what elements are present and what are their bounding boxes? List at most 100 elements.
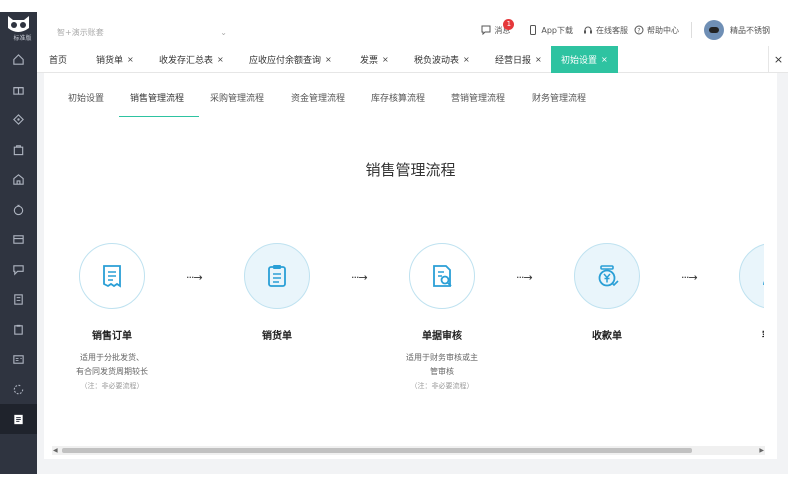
- chevron-down-icon: ⌄: [220, 27, 227, 37]
- subtab-sales-flow[interactable]: 销售管理流程: [130, 91, 184, 104]
- tab-invoice[interactable]: 发票 ×: [360, 46, 389, 73]
- close-icon[interactable]: ×: [601, 55, 608, 64]
- process-flow: 销售订单 适用于分批发货、 有合同发货周期较长 （注：非必要流程） ···→ 销…: [44, 243, 764, 423]
- step-circle: [409, 243, 475, 309]
- tab-label: 经营日报: [495, 56, 532, 66]
- sidebar-item-house[interactable]: [0, 164, 37, 194]
- headset-icon: [584, 26, 592, 34]
- step-description: 适用于财务审核或主 管审核: [382, 351, 502, 379]
- chat-icon: [13, 264, 24, 275]
- flow-step-document-review[interactable]: 单据审核 适用于财务审核或主 管审核 （注：非必要流程）: [382, 243, 502, 391]
- flow-step-customer[interactable]: 客户: [712, 243, 764, 342]
- sidebar-item-home[interactable]: [0, 44, 37, 74]
- step-title: 客户: [712, 327, 764, 342]
- step-description: 适用于分批发货、 有合同发货周期较长: [52, 351, 172, 379]
- subtab-inventory-flow[interactable]: 库存核算流程: [371, 91, 425, 104]
- logo: 标准版: [4, 14, 33, 42]
- messages-link[interactable]: 消息 1: [481, 18, 515, 36]
- scroll-left-icon[interactable]: ◀: [53, 446, 58, 455]
- sidebar-item-id-card[interactable]: [0, 344, 37, 374]
- top-right-actions: 消息 1 App下载 在线客服 ? 帮助中心 精品不锈钢: [471, 18, 770, 42]
- tab-receivable-payable[interactable]: 应收应付余额查询 ×: [249, 46, 332, 73]
- document-icon: [14, 414, 23, 424]
- building-icon: [14, 293, 23, 305]
- header-divider: [691, 22, 692, 38]
- home-icon: [13, 53, 24, 65]
- sidebar-item-clipboard[interactable]: [0, 314, 37, 344]
- avatar[interactable]: [704, 20, 724, 40]
- tab-label: 税负波动表: [414, 56, 460, 66]
- tab-daily-report[interactable]: 经营日报 ×: [495, 46, 542, 73]
- close-icon[interactable]: ×: [127, 55, 134, 64]
- flow-arrow: ···→: [516, 271, 533, 284]
- step-title: 收款单: [592, 331, 622, 342]
- tab-label: 首页: [49, 56, 68, 66]
- tab-inventory-summary[interactable]: 收发存汇总表 ×: [159, 46, 224, 73]
- online-service-label: 在线客服: [596, 25, 628, 35]
- close-icon[interactable]: ×: [382, 55, 389, 64]
- flow-step-sales-delivery[interactable]: 销货单: [217, 243, 337, 342]
- close-icon[interactable]: ×: [217, 55, 224, 64]
- close-icon[interactable]: ×: [535, 55, 542, 64]
- scroll-right-icon[interactable]: ▶: [759, 446, 764, 455]
- tab-bar: 首页 销货单 × 收发存汇总表 × 应收应付余额查询 × 发票 × 税负波动表 × 经营日…: [37, 46, 788, 73]
- tab-initial-settings[interactable]: 初始设置 ×: [551, 46, 618, 73]
- phone-icon: [530, 25, 537, 35]
- tab-label: 收发存汇总表: [159, 56, 214, 66]
- money-bag-icon: [13, 204, 24, 215]
- top-bar: 智+演示账套 ⌄ 消息 1 App下载 在线客服 ? 帮助中心 精品不锈钢: [37, 12, 788, 46]
- tab-home[interactable]: 首页: [49, 46, 67, 73]
- logo-text: 标准版: [13, 35, 32, 42]
- account-select[interactable]: 智+演示账套 ⌄: [57, 25, 227, 39]
- tab-label: 发票: [360, 56, 379, 66]
- flow-arrow: ···→: [186, 271, 203, 284]
- tab-sales-delivery[interactable]: 销货单 ×: [96, 46, 134, 73]
- step-note: （注：非必要流程）: [410, 382, 474, 390]
- account-name: 智+演示账套: [57, 27, 104, 37]
- app-download-link[interactable]: App下载: [528, 25, 573, 36]
- subtab-finance-flow[interactable]: 财务管理流程: [532, 91, 586, 104]
- customer-icon: [763, 281, 764, 285]
- subtab-fund-flow[interactable]: 资金管理流程: [291, 91, 345, 104]
- sidebar-item-refresh[interactable]: [0, 374, 37, 404]
- clipboard-list-icon: [268, 265, 286, 287]
- sidebar-item-tag[interactable]: [0, 104, 37, 134]
- horizontal-scrollbar[interactable]: ◀ ▶: [52, 446, 765, 455]
- flow-step-receipt[interactable]: 收款单: [547, 243, 667, 342]
- sidebar-item-money[interactable]: [0, 194, 37, 224]
- sidebar-item-gift[interactable]: [0, 74, 37, 104]
- house-icon: [13, 173, 24, 185]
- sidebar-item-card[interactable]: [0, 224, 37, 254]
- step-title: 销货单: [262, 331, 292, 342]
- main-panel: 初始设置 销售管理流程 采购管理流程 资金管理流程 库存核算流程 营销管理流程 …: [44, 73, 777, 459]
- subtab-purchase-flow[interactable]: 采购管理流程: [210, 91, 264, 104]
- message-count-badge: 1: [503, 18, 515, 30]
- sidebar-item-document[interactable]: [0, 404, 37, 434]
- page-title: 销售管理流程: [365, 161, 456, 179]
- sidebar-item-bag[interactable]: [0, 134, 37, 164]
- online-service-link[interactable]: 在线客服: [583, 25, 628, 36]
- help-center-link[interactable]: ? 帮助中心: [634, 25, 679, 36]
- svg-text:?: ?: [637, 27, 640, 34]
- close-icon[interactable]: ×: [463, 55, 470, 64]
- sidebar-item-building[interactable]: [0, 284, 37, 314]
- close-all-tabs-button[interactable]: ×: [768, 46, 788, 73]
- user-name[interactable]: 精品不锈钢: [730, 25, 770, 36]
- subtab-initial-settings[interactable]: 初始设置: [68, 91, 104, 104]
- flow-step-sales-order[interactable]: 销售订单 适用于分批发货、 有合同发货周期较长 （注：非必要流程）: [52, 243, 172, 391]
- tab-label: 初始设置: [561, 56, 598, 66]
- step-desc-line: 管审核: [430, 367, 454, 376]
- tab-tax-fluctuation[interactable]: 税负波动表 ×: [414, 46, 470, 73]
- receipt-icon: [103, 265, 121, 288]
- step-desc-line: 适用于分批发货、: [80, 353, 144, 362]
- step-title: 单据审核: [422, 331, 462, 342]
- sidebar-item-chat[interactable]: [0, 254, 37, 284]
- subtab-marketing-flow[interactable]: 营销管理流程: [451, 91, 505, 104]
- step-desc-line: 有合同发货周期较长: [76, 367, 148, 376]
- clipboard-icon: [14, 324, 23, 335]
- close-icon[interactable]: ×: [325, 55, 332, 64]
- scroll-thumb[interactable]: [62, 448, 692, 453]
- help-icon: ?: [634, 25, 644, 35]
- active-subtab-indicator: [119, 116, 199, 117]
- message-icon: [481, 25, 491, 35]
